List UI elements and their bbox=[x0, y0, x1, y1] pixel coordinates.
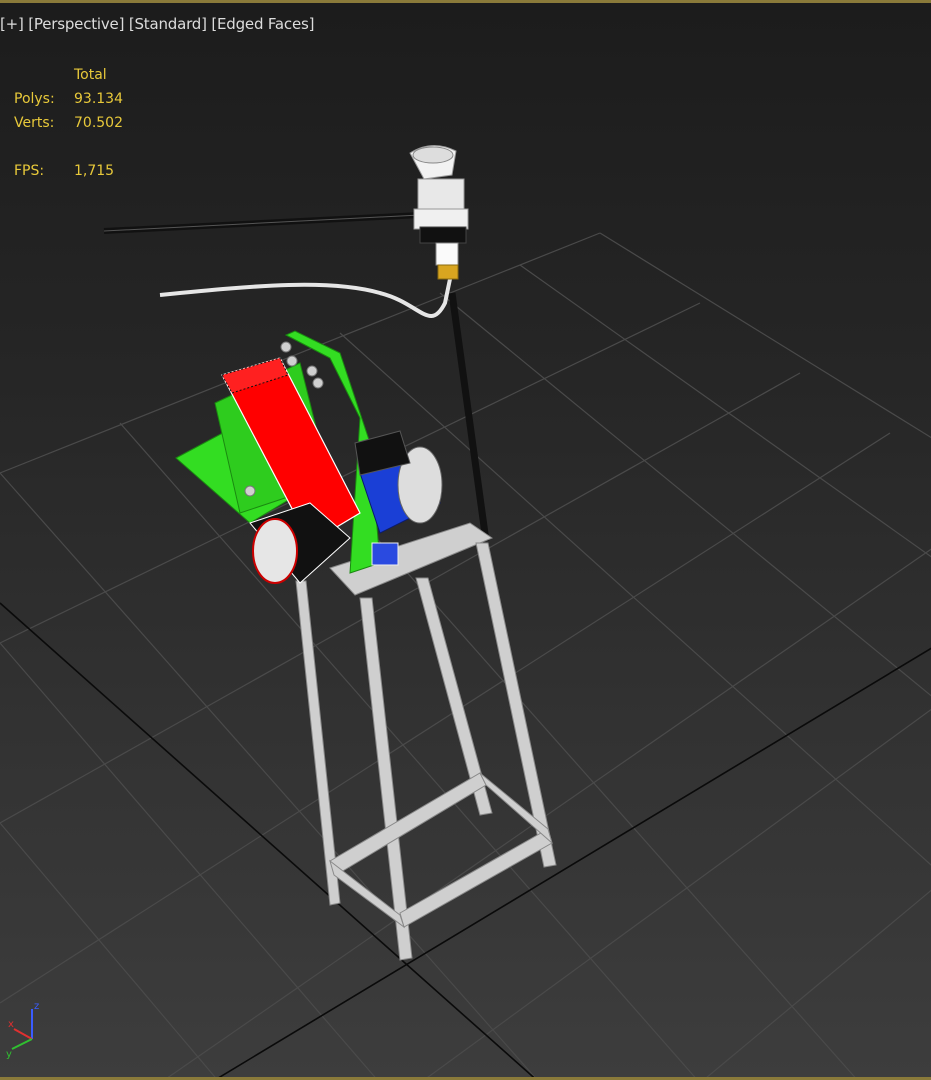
home-grid bbox=[0, 232, 931, 1077]
viewport-point-of-view-menu[interactable]: [Perspective] bbox=[28, 15, 124, 33]
axis-gizmo-icon: z x y bbox=[6, 1001, 39, 1059]
viewport-label-menu: [+] [Perspective] [Standard] [Edged Face… bbox=[0, 15, 314, 33]
verts-value: 70.502 bbox=[74, 115, 123, 131]
stats-fps-row: FPS: 1,715 bbox=[14, 159, 123, 183]
viewport-scene[interactable] bbox=[0, 3, 931, 1080]
viewport-statistics: Total Polys: 93.134 Verts: 70.502 FPS: 1… bbox=[14, 63, 123, 183]
polys-value: 93.134 bbox=[74, 91, 123, 107]
fps-value: 1,715 bbox=[74, 163, 115, 179]
stats-verts-row: Verts: 70.502 bbox=[14, 111, 123, 135]
gizmo-x-label: x bbox=[8, 1019, 14, 1030]
stand bbox=[295, 522, 557, 961]
polys-label: Polys: bbox=[14, 91, 55, 107]
gizmo-z-label: z bbox=[34, 1001, 39, 1012]
viewport-shading-menu[interactable]: [Standard] bbox=[129, 15, 207, 33]
viewport-general-menu[interactable]: [+] bbox=[0, 15, 24, 33]
viewport-edged-faces-menu[interactable]: [Edged Faces] bbox=[211, 15, 314, 33]
stats-header: Total bbox=[74, 67, 107, 83]
nozzle bbox=[409, 145, 469, 280]
fps-label: FPS: bbox=[14, 163, 45, 179]
grid-axes bbox=[0, 602, 931, 1077]
gizmo-y-label: y bbox=[6, 1049, 12, 1059]
perspective-viewport[interactable]: [+] [Perspective] [Standard] [Edged Face… bbox=[0, 0, 931, 1080]
verts-label: Verts: bbox=[14, 115, 55, 131]
stats-polys-row: Polys: 93.134 bbox=[14, 87, 123, 111]
